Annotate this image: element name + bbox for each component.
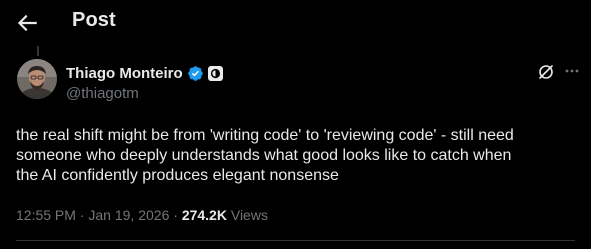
arrow-left-icon [17,14,37,32]
avatar[interactable] [17,59,57,99]
author-name[interactable]: Thiago Monteiro [66,65,183,82]
more-horizontal-icon[interactable] [563,62,581,80]
views-label: Views [230,207,268,223]
page-title: Post [72,9,116,31]
post-text-line: someone who deeply understands what good… [16,147,512,164]
bottom-divider [16,240,575,241]
author-name-row: Thiago Monteiro [66,63,223,83]
affiliate-badge-icon[interactable] [207,65,223,81]
post-page: Post Thiago Monteiro @thiagotm the real … [0,0,591,249]
avatar-image [17,59,57,99]
post-text: the real shift might be from 'writing co… [16,126,576,186]
verified-badge-icon[interactable] [187,65,204,82]
post-meta: 12:55 PM · Jan 19, 2026 · 274.2K Views [16,207,268,223]
meta-separator: · [173,207,178,223]
grok-icon[interactable] [537,63,555,81]
post-text-line: the real shift might be from 'writing co… [16,127,514,144]
back-button[interactable] [14,10,40,36]
thread-connector-line [37,46,39,56]
post-time[interactable]: 12:55 PM [16,207,76,223]
meta-separator: · [79,207,85,223]
post-date[interactable]: Jan 19, 2026 [88,207,169,223]
post-header: Post [0,0,591,44]
author-handle[interactable]: @thiagotm [66,85,139,102]
views-count: 274.2K [181,207,227,223]
post-text-line: the AI confidently produces elegant nons… [16,167,339,184]
